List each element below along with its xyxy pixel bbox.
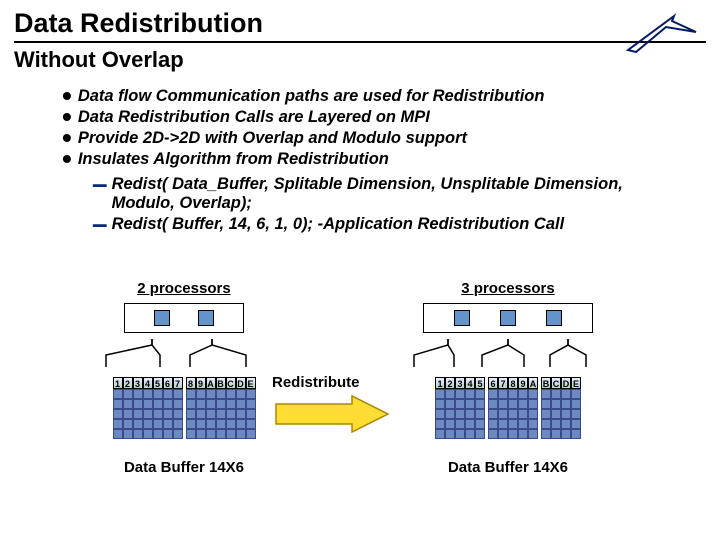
- buffer-label: Data Buffer 14X6: [398, 459, 618, 476]
- slide-title: Data Redistribution: [14, 8, 706, 43]
- processor-chip: [198, 310, 214, 326]
- dash-icon: –: [92, 215, 108, 233]
- left-diagram: 2 processors 123456789ABCDE Data Buffer …: [94, 280, 274, 476]
- redistribute-label: Redistribute: [272, 374, 360, 391]
- processor-chip: [154, 310, 170, 326]
- bullet-item: •Data Redistribution Calls are Layered o…: [62, 108, 706, 127]
- redistribute-arrow-icon: [272, 394, 392, 439]
- grid-block: 6789A: [488, 377, 538, 439]
- processor-label: 2 processors: [94, 280, 274, 297]
- sub-bullet-list: –Redist( Data_Buffer, Splitable Dimensio…: [92, 175, 706, 234]
- sub-bullet-item: –Redist( Data_Buffer, Splitable Dimensio…: [92, 175, 706, 213]
- bullet-item: •Data flow Communication paths are used …: [62, 87, 706, 106]
- processor-box: [423, 303, 593, 333]
- connector-lines: [398, 339, 618, 377]
- diagram-area: 2 processors 123456789ABCDE Data Buffer …: [0, 280, 720, 530]
- processor-chip: [500, 310, 516, 326]
- processor-label: 3 processors: [398, 280, 618, 297]
- company-logo: [622, 12, 702, 61]
- grid-block: BCDE: [541, 377, 581, 439]
- sub-bullet-item: –Redist( Buffer, 14, 6, 1, 0); -Applicat…: [92, 215, 706, 234]
- bullet-list: •Data flow Communication paths are used …: [62, 87, 706, 169]
- data-grids: 123456789ABCDE: [398, 377, 618, 439]
- processor-box: [124, 303, 244, 333]
- buffer-label: Data Buffer 14X6: [94, 459, 274, 476]
- connector-lines: [94, 339, 274, 377]
- bullet-icon: •: [62, 150, 72, 168]
- slide-subtitle: Without Overlap: [14, 47, 706, 73]
- processor-chip: [454, 310, 470, 326]
- dash-icon: –: [92, 175, 108, 193]
- grid-block: 89ABCDE: [186, 377, 256, 439]
- grid-block: 12345: [435, 377, 485, 439]
- data-grids: 123456789ABCDE: [94, 377, 274, 439]
- grid-block: 1234567: [113, 377, 183, 439]
- processor-chip: [546, 310, 562, 326]
- bullet-item: •Insulates Algorithm from Redistribution: [62, 150, 706, 169]
- bullet-item: •Provide 2D->2D with Overlap and Modulo …: [62, 129, 706, 148]
- right-diagram: 3 processors 123456789ABCDE Data Buffer …: [398, 280, 618, 476]
